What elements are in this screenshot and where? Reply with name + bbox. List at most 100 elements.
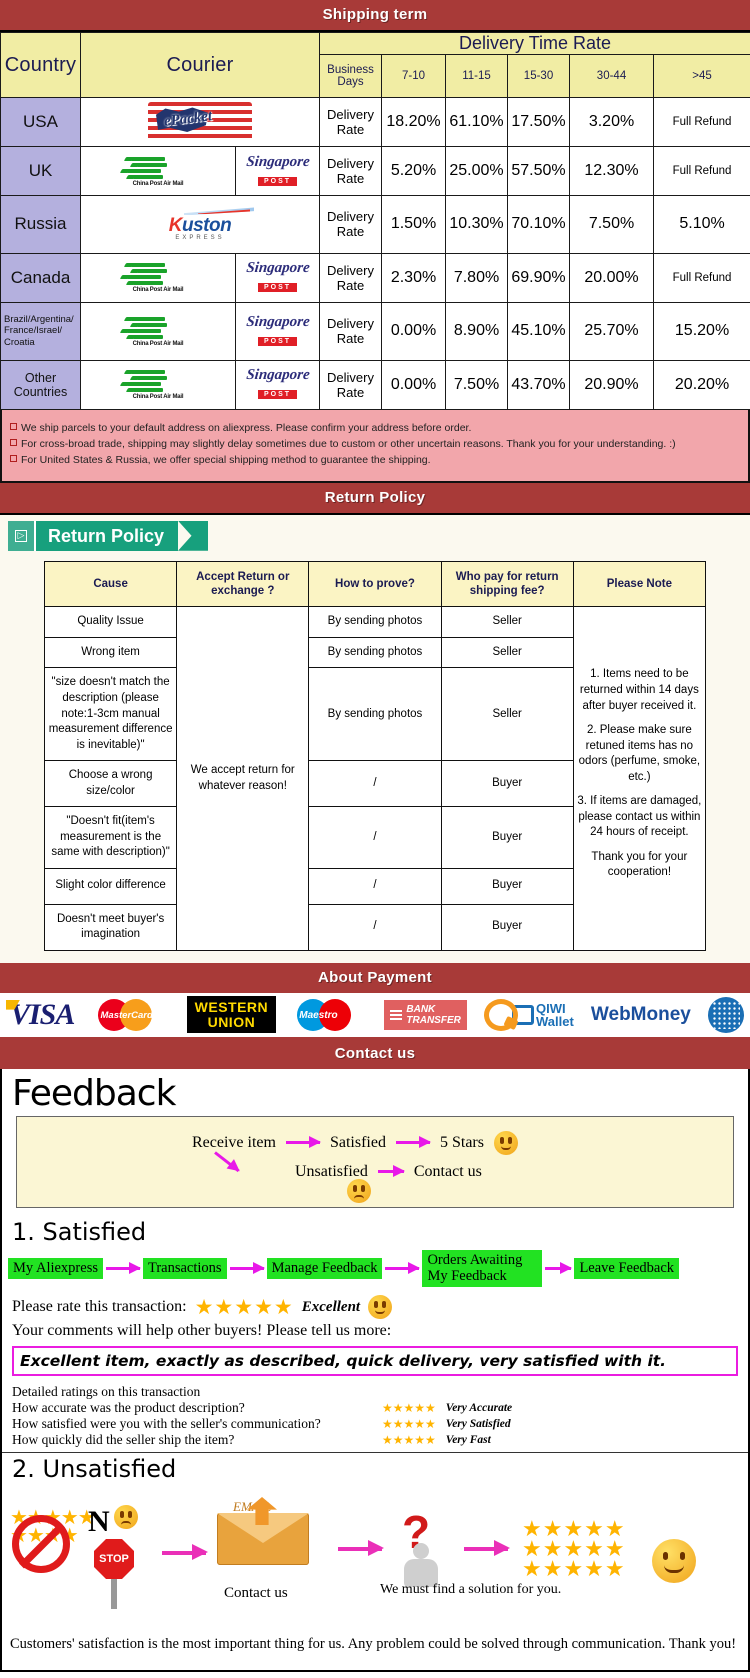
cell-country: Other Countries [0, 359, 81, 410]
visa-logo-icon: VISA [6, 998, 75, 1032]
cell-how-to-prove: By sending photos [308, 606, 442, 638]
header-please-note: Please Note [572, 560, 707, 608]
shipping-notes: We ship parcels to your default address … [0, 409, 750, 483]
rating-word: Excellent [301, 1298, 361, 1315]
cell-rate: 1.50% [381, 195, 447, 254]
cell-rate: Full Refund [653, 146, 750, 196]
cell-rate-label: Delivery Rate [319, 195, 383, 254]
epacket-logo-icon: ePacket [148, 102, 252, 142]
feedback-flow-diagram: Receive item Satisfied 5 Stars Unsatisfi… [16, 1115, 734, 1208]
detail-question: How accurate was the product description… [12, 1400, 245, 1416]
flow-contact-us: Contact us [413, 1162, 482, 1180]
note-item: 2. Please make sure retuned items has no… [578, 724, 701, 783]
step-orders-awaiting-my-feedback[interactable]: Orders Awaiting My Feedback [422, 1249, 543, 1288]
shipping-note-item: For cross-broad trade, shipping may slig… [10, 436, 740, 452]
star-rating-icon[interactable]: ★★★★★ [382, 1418, 436, 1430]
cell-courier-singapore-post: Singapore POST [234, 301, 321, 361]
cell-courier-china-post: China Post Air Mail [80, 252, 236, 303]
header-range-30-44: 30-44 [569, 54, 655, 98]
envelope-icon: ▷ [8, 520, 34, 551]
return-policy-ribbon-row: ▷ Return Policy [0, 515, 750, 561]
detail-rating-row: How quickly did the seller ship the item… [2, 1432, 748, 1448]
table-row: Russia Kuston EXPRESS Delivery Rate 1.50… [0, 195, 750, 254]
solution-text: We must find a solution for you. [380, 1582, 562, 1598]
cell-rate: 7.50% [569, 195, 655, 254]
sad-face-icon [347, 1178, 371, 1203]
step-my-aliexpress[interactable]: My Aliexpress [8, 1258, 103, 1279]
detail-rating-row: How accurate was the product description… [2, 1400, 748, 1416]
step-transactions[interactable]: Transactions [142, 1258, 227, 1279]
cell-rate: 20.20% [653, 359, 750, 410]
cell-who-pays: Seller [440, 636, 574, 669]
cell-how-to-prove: By sending photos [308, 636, 442, 669]
cell-country: Canada [0, 252, 81, 303]
payment-methods-row: VISA MasterCard WESTERN UNION Maestro BA… [0, 992, 750, 1039]
table-row: Other Countries China Post Air Mail Sing… [0, 359, 750, 410]
arrow-right-icon [105, 1261, 141, 1274]
star-rating-icon[interactable]: ★★★★★ [382, 1434, 436, 1446]
cell-rate: 20.90% [569, 359, 655, 410]
table-row: UK China Post Air Mail Singapore POST De… [0, 146, 750, 196]
cell-rate: 7.80% [445, 252, 509, 303]
shipping-note-text: For cross-broad trade, shipping may slig… [21, 438, 676, 451]
cell-who-pays: Seller [440, 606, 574, 638]
step-manage-feedback[interactable]: Manage Feedback [266, 1258, 383, 1279]
product-detail-page: Shipping term Country Courier Delivery T… [0, 0, 750, 1672]
cell-courier-ruston: Kuston EXPRESS [79, 195, 321, 254]
arrow-right-icon [545, 1261, 573, 1274]
cell-who-pays: Buyer [440, 760, 574, 808]
cell-rate: 12.30% [569, 146, 655, 196]
header-cause: Cause [43, 560, 178, 608]
cell-please-note: 1. Items need to be returned within 14 d… [572, 606, 707, 951]
cell-rate: Full Refund [653, 97, 750, 147]
webmoney-globe-icon [707, 996, 744, 1033]
cell-rate: 18.20% [381, 97, 447, 147]
cell-rate-label: Delivery Rate [319, 301, 383, 361]
webmoney-logo-icon: WebMoney [590, 1003, 691, 1025]
star-rating-icon[interactable]: ★★★★★ [382, 1402, 436, 1414]
singapore-post-logo-icon: Singapore POST [245, 367, 311, 400]
cell-rate: 17.50% [507, 97, 571, 147]
detailed-ratings-heading: Detailed ratings on this transaction [12, 1384, 201, 1400]
header-country: Country [0, 32, 81, 98]
cell-rate: 43.70% [507, 359, 571, 410]
cell-rate: 25.00% [445, 146, 509, 196]
footer-note: Customers' satisfaction is the most impo… [10, 1636, 737, 1653]
flow-satisfied: Satisfied [329, 1133, 386, 1151]
cell-rate-label: Delivery Rate [319, 97, 383, 147]
contact-us-label[interactable]: Contact us [224, 1585, 288, 1602]
checkbox-bullet-icon [10, 455, 17, 463]
cell-rate: 10.30% [445, 195, 509, 254]
table-row: Quality Issue We accept return for whate… [43, 606, 707, 951]
ruston-express-logo-icon: Kuston EXPRESS [140, 207, 260, 241]
cell-who-pays: Seller [440, 667, 574, 762]
stop-sign-icon: STOP [94, 1539, 134, 1610]
cell-cause: Slight color difference [43, 867, 178, 905]
table-header-row: Country Courier Delivery Time Rate [0, 32, 750, 98]
satisfied-heading: 1. Satisfied [12, 1217, 147, 1246]
comment-textarea[interactable]: Excellent item, exactly as described, qu… [12, 1346, 738, 1377]
flow-five-stars: 5 Stars [439, 1133, 484, 1151]
header-how-to-prove: How to prove? [308, 560, 442, 608]
cell-how-to-prove: / [308, 867, 442, 905]
flow-row-satisfied: Receive item Satisfied 5 Stars [192, 1130, 518, 1155]
sad-face-icon [114, 1505, 138, 1530]
maestro-logo-icon: Maestro [293, 997, 367, 1033]
arrow-right-icon [338, 1540, 384, 1557]
happy-face-icon [493, 1130, 518, 1155]
cell-how-to-prove: / [308, 806, 442, 869]
cell-rate: 0.00% [381, 359, 447, 410]
china-post-air-mail-logo-icon: China Post Air Mail [115, 369, 201, 400]
banner-contact-us: Contact us [0, 1038, 750, 1069]
star-rating-icon[interactable]: ★★★★★ [195, 1296, 294, 1318]
detail-rating-label: Very Accurate [445, 1402, 513, 1415]
cell-courier-china-post: China Post Air Mail [80, 301, 236, 361]
flow-row-unsatisfied: Unsatisfied Contact us [295, 1163, 482, 1181]
envelope-icon [217, 1497, 309, 1566]
unsatisfied-illustration: ★★★★★ ★★★★ N STOP EMAIL Contact us ? We … [2, 1491, 748, 1629]
cell-rate: 15.20% [653, 301, 750, 361]
step-leave-feedback[interactable]: Leave Feedback [574, 1258, 680, 1279]
cell-rate-label: Delivery Rate [319, 146, 383, 196]
cell-cause: Doesn't meet buyer's imagination [43, 903, 178, 951]
arrow-right-icon [229, 1261, 265, 1274]
